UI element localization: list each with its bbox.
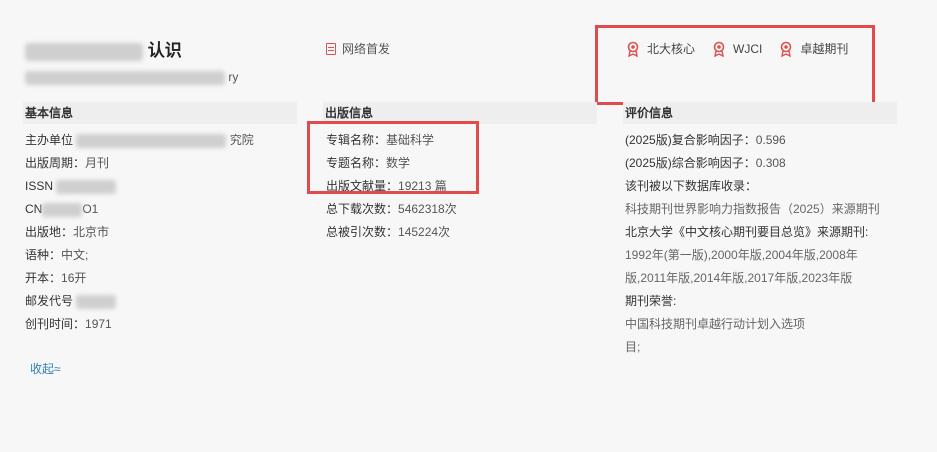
redacted-block xyxy=(25,70,225,85)
highlight-box-badges xyxy=(595,25,875,105)
redacted-block xyxy=(56,179,117,194)
founded-row: 创刊时间：1971 xyxy=(25,317,112,331)
indexed-value-row: 科技期刊世界影响力指数报告（2025）来源期刊 xyxy=(625,202,880,216)
honor-value-row-2: 目; xyxy=(625,340,641,354)
honor-value-row-1: 中国科技期刊卓越行动计划入选项 xyxy=(625,317,806,331)
language-row: 语种：中文; xyxy=(25,248,89,262)
pku-value-row-2: 版,2011年版,2014年版,2017年版,2023年版 xyxy=(625,271,853,285)
basic-info-list: 主办单位 究院 出版周期：月刊 ISSN CN O1 出版地：北京市 语种：中文;… xyxy=(25,129,295,336)
journal-subtitle: ry xyxy=(25,70,238,85)
pku-value-row-1: 1992年(第一版),2000年版,2004年版,2008年 xyxy=(625,248,858,262)
section-heading-basic: 基本信息 xyxy=(23,102,297,124)
journal-title: 认识 xyxy=(25,36,182,61)
if-composite-row: (2025版)复合影响因子：0.596 xyxy=(625,133,786,147)
sponsor-row: 主办单位 究院 xyxy=(25,133,254,148)
issn-row: ISSN xyxy=(25,175,295,198)
redacted-block xyxy=(76,294,117,309)
format-row: 开本：16开 xyxy=(25,271,87,285)
pku-label-row: 北京大学《中文核心期刊要目总览》来源期刊: xyxy=(625,225,869,239)
highlight-box-publish xyxy=(307,121,479,194)
section-heading-evaluation: 评价信息 xyxy=(623,102,897,124)
redacted-block xyxy=(76,133,227,148)
first-publish-tag[interactable]: 网络首发 xyxy=(326,40,390,57)
citations-row: 总被引次数：145224次 xyxy=(326,225,451,239)
place-row: 出版地：北京市 xyxy=(25,225,110,239)
collapse-link[interactable]: 收起≈ xyxy=(30,360,61,377)
redacted-block xyxy=(25,42,143,61)
cn-row: CN O1 xyxy=(25,202,99,217)
honor-label-row: 期刊荣誉: xyxy=(625,294,677,308)
if-synthesis-row: (2025版)综合影响因子：0.308 xyxy=(625,156,786,170)
indexed-label-row: 该刊被以下数据库收录： xyxy=(625,179,758,193)
postal-code-row: 邮发代号 xyxy=(25,290,295,313)
evaluation-info-list: (2025版)复合影响因子：0.596 (2025版)综合影响因子：0.308 … xyxy=(625,129,925,359)
cycle-row: 出版周期：月刊 xyxy=(25,156,110,170)
redacted-block xyxy=(42,202,83,217)
downloads-row: 总下载次数：5462318次 xyxy=(326,202,457,216)
document-icon xyxy=(326,42,336,55)
